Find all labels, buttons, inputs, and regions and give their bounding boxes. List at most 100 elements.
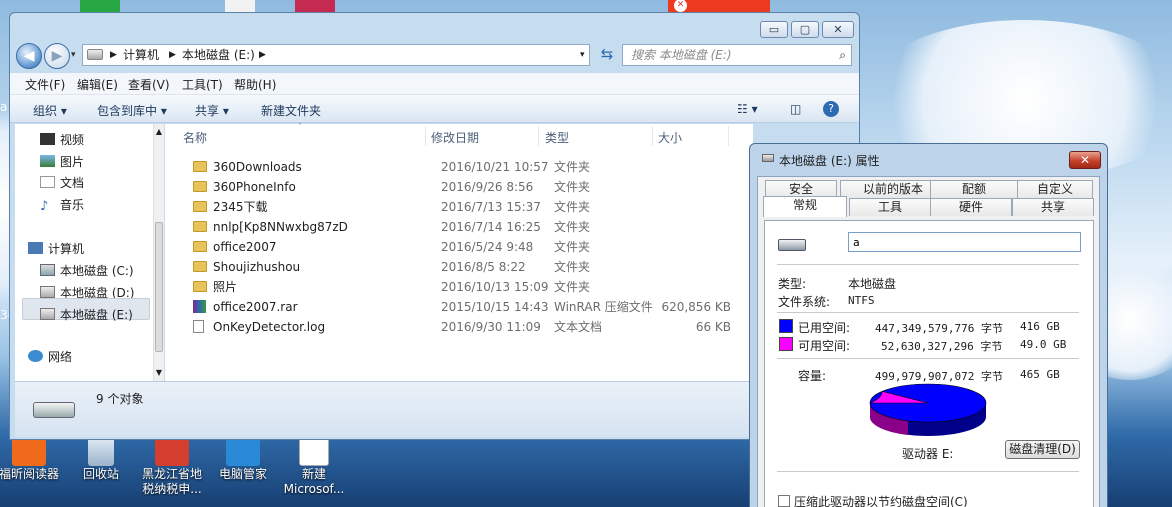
- file-row[interactable]: 360PhoneInfo 2016/9/26 8:56 文件夹: [185, 177, 745, 197]
- file-date: 2016/5/24 9:48: [441, 240, 534, 254]
- used-gb: 416 GB: [1020, 320, 1060, 333]
- type-value: 本地磁盘: [848, 277, 897, 291]
- volume-label-input[interactable]: [848, 232, 1081, 252]
- chevron-right-icon[interactable]: ▶: [259, 45, 266, 65]
- chevron-right-icon[interactable]: ▶: [110, 45, 117, 65]
- file-row[interactable]: 2345下载 2016/7/13 15:37 文件夹: [185, 197, 745, 217]
- desktop-icon-foxit[interactable]: 福昕阅读器: [0, 436, 64, 482]
- drive-icon: [40, 264, 55, 276]
- drive-icon: [778, 239, 806, 251]
- general-panel: 类型: 本地磁盘 文件系统: NTFS 已用空间: 447,349,579,77…: [764, 220, 1094, 507]
- file-row[interactable]: 照片 2016/10/13 15:09 文件夹: [185, 277, 745, 297]
- tab-sharing[interactable]: 共享: [1012, 198, 1094, 216]
- preview-pane-icon[interactable]: ◫: [790, 102, 801, 116]
- file-row[interactable]: 360Downloads 2016/10/21 10:57 文件夹: [185, 157, 745, 177]
- folder-icon: [193, 237, 207, 257]
- drive-letter-label: 驱动器 E:: [902, 447, 954, 461]
- nav-item-music[interactable]: ♪ 音乐: [40, 196, 84, 213]
- desktop-icon-pc-manager[interactable]: 电脑管家: [208, 436, 278, 482]
- column-size[interactable]: 大小: [658, 129, 682, 146]
- navigation-pane: 视频 图片 文档 ♪ 音乐 计算机 本地磁盘 (C:) 本地磁盘 (D:) 本地磁…: [15, 124, 164, 381]
- column-name[interactable]: 名称: [183, 129, 207, 146]
- folder-icon: [193, 177, 207, 197]
- nav-item-drive-c[interactable]: 本地磁盘 (C:): [40, 262, 134, 279]
- file-row[interactable]: office2007 2016/5/24 9:48 文件夹: [185, 237, 745, 257]
- back-button[interactable]: ◀: [16, 43, 42, 69]
- tax-app-icon: [155, 436, 189, 466]
- music-icon: ♪: [40, 199, 49, 214]
- file-type: 文件夹: [554, 260, 591, 274]
- file-name: office2007: [213, 240, 277, 254]
- tab-customize[interactable]: 自定义: [1017, 180, 1093, 198]
- folder-icon: [193, 217, 207, 237]
- nav-item-videos[interactable]: 视频: [40, 131, 84, 148]
- nav-scrollbar[interactable]: ▲ ▼: [153, 124, 164, 381]
- file-row[interactable]: nnlp[Kp8NNwxbg87zD 2016/7/14 16:25 文件夹: [185, 217, 745, 237]
- menu-help[interactable]: 帮助(H): [234, 76, 276, 93]
- search-input[interactable]: 搜索 本地磁盘 (E:) ⌕: [622, 44, 852, 66]
- column-date[interactable]: 修改日期: [431, 129, 479, 146]
- text-file-icon: [193, 317, 204, 337]
- file-name: 照片: [213, 280, 238, 294]
- picture-icon: [40, 155, 55, 167]
- used-color-swatch: [779, 319, 793, 333]
- new-folder-button[interactable]: 新建文件夹: [261, 102, 321, 119]
- file-type: 文件夹: [554, 160, 591, 174]
- refresh-icon[interactable]: ⇆: [596, 44, 618, 66]
- maximize-button[interactable]: ▢: [791, 21, 819, 38]
- desktop-icon-recycle-bin[interactable]: 回收站: [66, 436, 136, 482]
- drive-icon: [762, 154, 774, 162]
- desktop-icon-label: 新建: [301, 467, 326, 481]
- share-button[interactable]: 共享 ▾: [195, 102, 229, 119]
- file-type: 文件夹: [554, 180, 591, 194]
- nav-item-documents[interactable]: 文档: [40, 174, 84, 191]
- details-pane: 9 个对象: [15, 381, 857, 437]
- menu-file[interactable]: 文件(F): [25, 76, 65, 93]
- column-type[interactable]: 类型: [545, 129, 569, 146]
- close-icon[interactable]: ✕: [674, 0, 687, 12]
- file-row[interactable]: office2007.rar 2015/10/15 14:43 WinRAR 压缩文…: [185, 297, 745, 317]
- file-name: Shoujizhushou: [213, 260, 301, 274]
- desktop-icon-tax[interactable]: 黑龙江省地 税纳税申...: [137, 436, 207, 497]
- nav-item-network[interactable]: 网络: [28, 348, 72, 365]
- type-label: 类型:: [778, 277, 807, 291]
- organize-button[interactable]: 组织 ▾: [33, 102, 67, 119]
- tab-tools[interactable]: 工具: [849, 198, 931, 216]
- file-name: 360Downloads: [213, 160, 302, 174]
- chevron-down-icon[interactable]: ▾: [580, 45, 585, 65]
- desktop-icon-label: 税纳税申...: [142, 482, 202, 496]
- breadcrumb-item[interactable]: 计算机: [123, 45, 159, 65]
- file-name: 2345下载: [213, 200, 268, 214]
- tab-general[interactable]: 常规: [763, 196, 847, 217]
- close-button[interactable]: ✕: [1069, 151, 1101, 169]
- file-row[interactable]: OnKeyDetector.log 2016/9/30 11:09 文本文档 66 K…: [185, 317, 745, 337]
- menu-edit[interactable]: 编辑(E): [77, 76, 118, 93]
- help-icon[interactable]: ?: [823, 101, 839, 117]
- nav-item-pictures[interactable]: 图片: [40, 153, 84, 170]
- drive-icon: [87, 49, 103, 60]
- breadcrumb-item[interactable]: 本地磁盘 (E:): [182, 45, 255, 65]
- compress-checkbox[interactable]: [778, 495, 790, 507]
- disk-cleanup-button[interactable]: 磁盘清理(D): [1005, 440, 1080, 459]
- desktop-icon-label: 黑龙江省地: [141, 467, 202, 481]
- item-count: 9 个对象: [96, 392, 144, 406]
- desktop-icon-new-doc[interactable]: 新建 Microsof...: [279, 436, 349, 497]
- chevron-right-icon[interactable]: ▶: [169, 45, 176, 65]
- menu-view[interactable]: 查看(V): [128, 76, 170, 93]
- minimize-button[interactable]: ▭: [760, 21, 788, 38]
- tab-quota[interactable]: 配额: [930, 180, 1018, 198]
- file-row[interactable]: Shoujizhushou 2016/8/5 8:22 文件夹: [185, 257, 745, 277]
- address-bar[interactable]: ▶ 计算机 ▶ 本地磁盘 (E:) ▶ ▾: [82, 44, 590, 66]
- nav-item-drive-e[interactable]: 本地磁盘 (E:): [40, 306, 133, 323]
- tab-hardware[interactable]: 硬件: [930, 198, 1012, 216]
- menu-tools[interactable]: 工具(T): [182, 76, 223, 93]
- history-dropdown-icon[interactable]: ▾: [71, 50, 76, 60]
- view-options-icon[interactable]: ☷ ▾: [737, 102, 758, 116]
- forward-button[interactable]: ▶: [44, 43, 70, 69]
- nav-item-computer[interactable]: 计算机: [28, 240, 84, 257]
- used-label: 已用空间:: [798, 321, 851, 335]
- scrollbar-thumb[interactable]: [155, 222, 163, 352]
- close-button[interactable]: ✕: [822, 21, 854, 38]
- file-type: WinRAR 压缩文件: [554, 300, 653, 314]
- include-in-library-button[interactable]: 包含到库中 ▾: [97, 102, 167, 119]
